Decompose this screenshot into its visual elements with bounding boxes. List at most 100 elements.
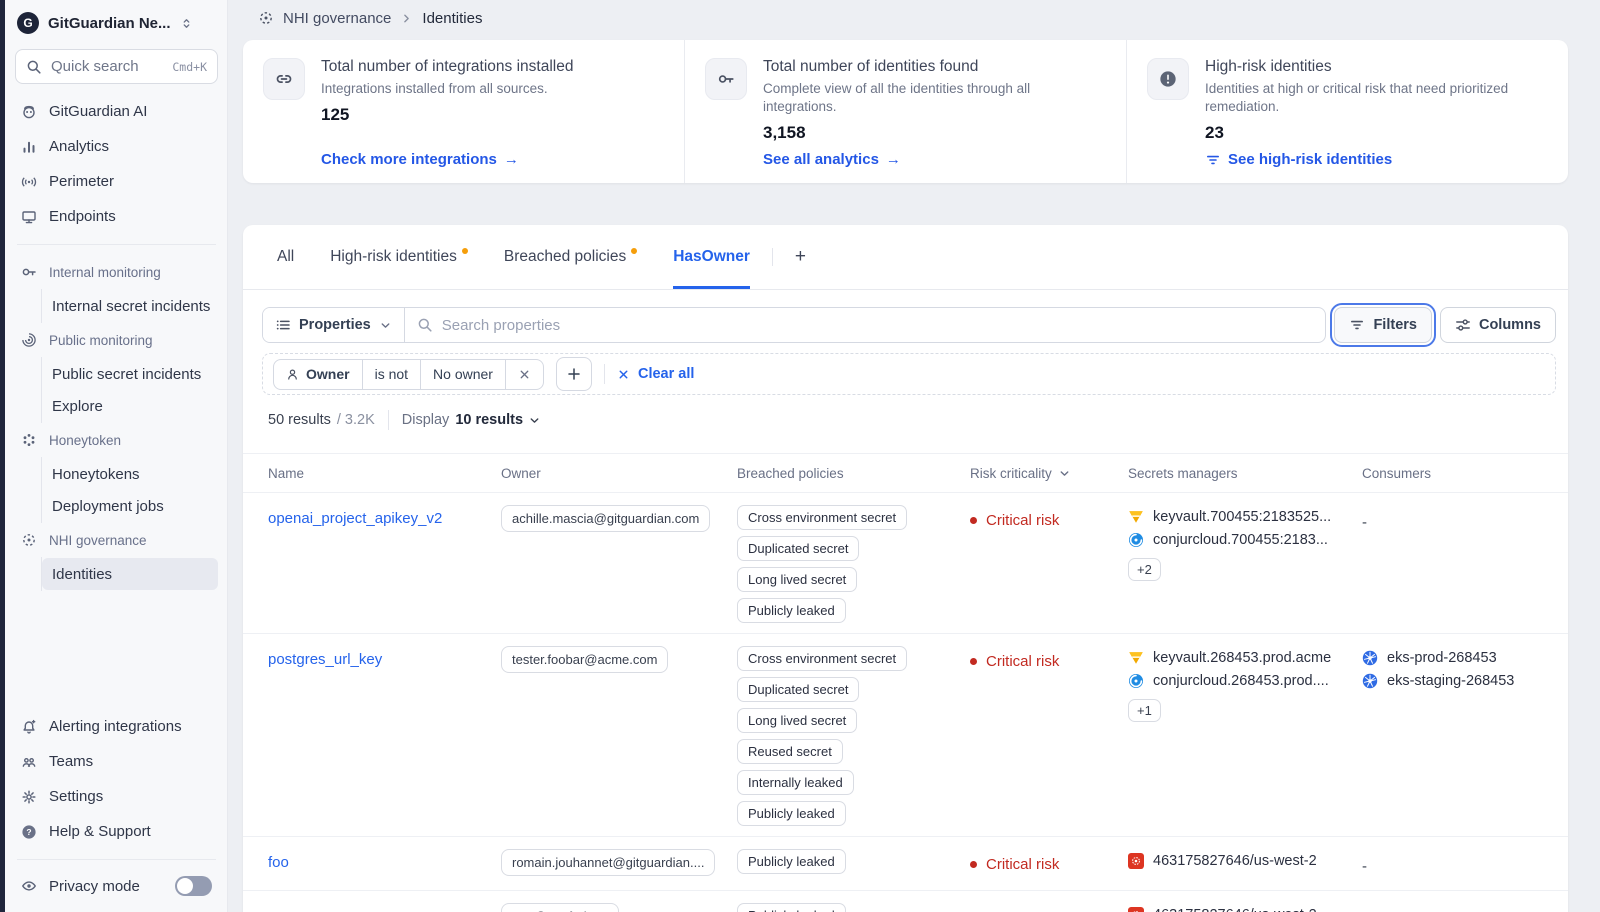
endpoints-icon — [21, 209, 37, 225]
cell-name: postgres_url_key — [268, 646, 501, 668]
sidebar-item-gitguardian-ai[interactable]: GitGuardian AI — [15, 94, 218, 129]
sidebar-item-alerting-integrations[interactable]: Alerting integrations — [15, 709, 218, 744]
policy-chip-duplicated-secret[interactable]: Duplicated secret — [737, 677, 860, 702]
identity-link-foo[interactable]: foo — [268, 854, 289, 871]
owner-chip[interactable]: tom@tomforb.es — [501, 903, 620, 912]
breadcrumb-section[interactable]: NHI governance — [283, 10, 391, 27]
tab-breached-policies[interactable]: Breached policies — [504, 225, 638, 289]
owner-chip[interactable]: achille.mascia@gitguardian.com — [501, 505, 711, 532]
secrets-manager-entry[interactable]: conjurcloud.268453.prod.... — [1128, 673, 1362, 689]
policy-chip-cross-environment-secret[interactable]: Cross environment secret — [737, 505, 908, 530]
policy-chip-duplicated-secret[interactable]: Duplicated secret — [737, 536, 860, 561]
results-bar: 50 results / 3.2K Display 10 results — [268, 410, 1568, 430]
add-filter-button[interactable] — [555, 357, 592, 391]
stat-value: 3,158 — [763, 123, 806, 143]
chevron-down-icon — [379, 319, 392, 332]
secrets-manager-entry[interactable]: 463175827646/us-west-2 — [1128, 853, 1362, 869]
policy-chip-publicly-leaked[interactable]: Publicly leaked — [737, 849, 846, 874]
cell-breached-policies: Publicly leaked — [737, 849, 970, 874]
consumer-entry[interactable]: eks-prod-268453 — [1362, 650, 1568, 666]
column-header-risk-criticality[interactable]: Risk criticality — [970, 466, 1128, 481]
policy-chip-publicly-leaked[interactable]: Publicly leaked — [737, 598, 846, 623]
identity-link-postgres-url-key[interactable]: postgres_url_key — [268, 651, 382, 668]
stat-link-label: Check more integrations — [321, 151, 497, 168]
sidebar-item-settings[interactable]: Settings — [15, 779, 218, 814]
identity-link-username[interactable]: username — [268, 908, 335, 912]
search-properties-input[interactable]: Search properties — [405, 317, 1326, 334]
sidebar-divider — [17, 859, 216, 860]
stat-link-check-more-integrations[interactable]: Check more integrations → — [321, 151, 519, 168]
consumer-entry[interactable]: eks-staging-268453 — [1362, 673, 1568, 689]
sidebar-item-help-support[interactable]: ? Help & Support — [15, 814, 218, 849]
policy-chip-long-lived-secret[interactable]: Long lived secret — [737, 567, 858, 592]
add-tab-button[interactable]: + — [795, 225, 806, 289]
org-switcher[interactable]: G GitGuardian Ne... — [15, 10, 218, 36]
consumers-empty-value: - — [1362, 907, 1568, 912]
tab-high-risk-identities[interactable]: High-risk identities — [330, 225, 468, 289]
search-properties-placeholder: Search properties — [441, 316, 561, 334]
sidebar-item-public-secret-incidents[interactable]: Public secret incidents — [42, 358, 218, 390]
sidebar-group-nhi-governance[interactable]: NHI governance — [15, 523, 218, 557]
stat-value: 125 — [321, 105, 350, 125]
columns-button-label: Columns — [1478, 317, 1541, 333]
more-secrets-managers-chip[interactable]: +1 — [1128, 699, 1161, 722]
secrets-manager-entry[interactable]: keyvault.268453.prod.acme — [1128, 650, 1362, 666]
secrets-manager-entry[interactable]: 463175827646/us-west-2 — [1128, 907, 1362, 912]
sidebar-item-honeytokens[interactable]: Honeytokens — [42, 458, 218, 490]
tab-hasowner[interactable]: HasOwner — [673, 225, 750, 289]
secrets-manager-label: keyvault.268453.prod.acme — [1153, 650, 1332, 666]
owner-chip[interactable]: romain.jouhannet@gitguardian.... — [501, 849, 716, 876]
policy-chip-internally-leaked[interactable]: Internally leaked — [737, 770, 854, 795]
sidebar-item-analytics[interactable]: Analytics — [15, 129, 218, 164]
tab-bar: All High-risk identities Breached policies… — [243, 225, 1568, 290]
owner-chip[interactable]: tester.foobar@acme.com — [501, 646, 669, 673]
stat-title: Total number of integrations installed — [321, 58, 574, 75]
more-secrets-managers-chip[interactable]: +2 — [1128, 558, 1161, 581]
cell-name: openai_project_apikey_v2 — [268, 505, 501, 527]
policy-chip-cross-environment-secret[interactable]: Cross environment secret — [737, 646, 908, 671]
properties-dropdown[interactable]: Properties — [263, 308, 405, 342]
clear-all-filters-button[interactable]: Clear all — [617, 366, 694, 382]
sidebar-item-label: Alerting integrations — [49, 718, 182, 735]
columns-button[interactable]: Columns — [1439, 307, 1556, 343]
policy-chip-publicly-leaked[interactable]: Publicly leaked — [737, 801, 846, 826]
consumers-empty-value: - — [1362, 858, 1367, 875]
filters-button[interactable]: Filters — [1330, 303, 1436, 347]
key-icon — [717, 70, 735, 88]
column-header-label: Breached policies — [737, 465, 844, 481]
sidebar-item-perimeter[interactable]: Perimeter — [15, 164, 218, 199]
column-header-label: Owner — [501, 465, 541, 481]
filter-chip-value[interactable]: No owner — [421, 359, 506, 389]
sidebar-item-identities[interactable]: Identities — [42, 558, 218, 590]
sidebar-group-internal-monitoring[interactable]: Internal monitoring — [15, 255, 218, 289]
policy-chip-publicly-leaked[interactable]: Publicly leaked — [737, 903, 846, 912]
sidebar-group-public-monitoring[interactable]: Public monitoring — [15, 323, 218, 357]
cell-consumers: - — [1362, 505, 1568, 531]
sidebar-item-deployment-jobs[interactable]: Deployment jobs — [42, 490, 218, 522]
stat-description: Identities at high or critical risk that… — [1205, 81, 1509, 115]
stat-link-see-all-analytics[interactable]: See all analytics → — [763, 151, 901, 168]
secrets-manager-entry[interactable]: conjurcloud.700455:2183... — [1128, 532, 1362, 548]
sidebar-item-teams[interactable]: Teams — [15, 744, 218, 779]
stat-link-see-high-risk-identities[interactable]: See high-risk identities — [1205, 151, 1392, 168]
sidebar-group-label: Public monitoring — [49, 332, 153, 348]
tab-all[interactable]: All — [277, 225, 294, 289]
list-icon — [275, 317, 291, 333]
policy-chip-long-lived-secret[interactable]: Long lived secret — [737, 708, 858, 733]
secrets-manager-entry[interactable]: keyvault.700455:2183525... — [1128, 509, 1362, 525]
sidebar-item-endpoints[interactable]: Endpoints — [15, 199, 218, 234]
display-count-dropdown[interactable]: 10 results — [455, 412, 541, 428]
secrets-manager-label: conjurcloud.268453.prod.... — [1153, 673, 1329, 689]
privacy-mode-toggle[interactable] — [175, 876, 212, 896]
filter-chip-operator[interactable]: is not — [363, 359, 422, 389]
quick-search-input[interactable]: Quick search Cmd+K — [15, 49, 218, 84]
divider — [603, 364, 605, 384]
sidebar-group-honeytoken[interactable]: Honeytoken — [15, 423, 218, 457]
sort-chevron-down-icon — [1058, 467, 1071, 480]
policy-chip-reused-secret[interactable]: Reused secret — [737, 739, 843, 764]
identity-link-openai-project-apikey-v2[interactable]: openai_project_apikey_v2 — [268, 510, 442, 527]
sidebar-item-explore[interactable]: Explore — [42, 390, 218, 422]
filter-chip-remove[interactable] — [506, 360, 543, 389]
sidebar-item-internal-secret-incidents[interactable]: Internal secret incidents — [42, 290, 218, 322]
filter-chip-field[interactable]: Owner — [274, 359, 363, 389]
